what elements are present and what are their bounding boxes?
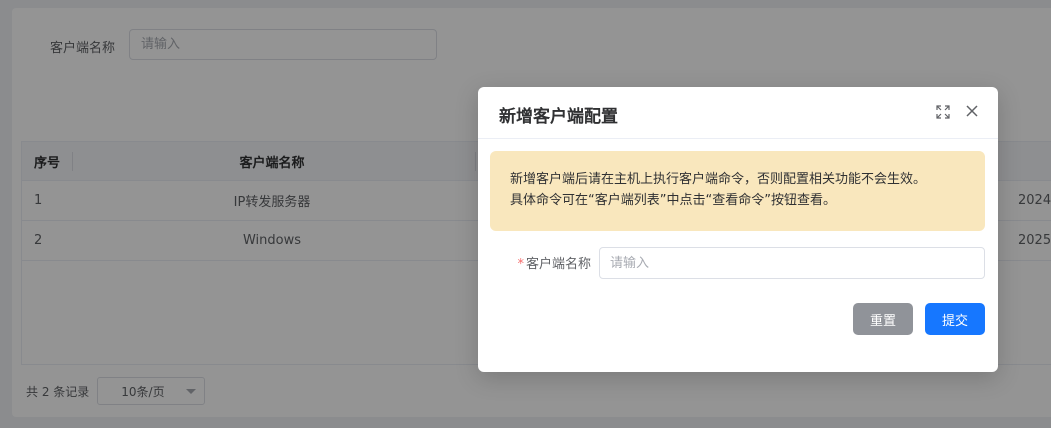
close-icon[interactable] (965, 104, 979, 118)
warning-alert: 新增客户端后请在主机上执行客户端命令，否则配置相关功能不会生效。 具体命令可在“… (490, 151, 985, 231)
submit-button[interactable]: 提交 (925, 303, 985, 335)
fullscreen-icon[interactable] (936, 105, 950, 119)
alert-line: 新增客户端后请在主机上执行客户端命令，否则配置相关功能不会生效。 (510, 172, 927, 187)
dialog-title: 新增客户端配置 (499, 107, 618, 127)
client-name-label-text: 客户端名称 (525, 257, 591, 272)
add-client-dialog: 新增客户端配置 新增客户端后请在主机上执行客户端命令，否则配置相关功能不会生效。… (478, 87, 998, 372)
client-name-input[interactable] (599, 247, 985, 279)
reset-button[interactable]: 重置 (853, 303, 913, 335)
required-mark: * (517, 257, 524, 272)
alert-line: 具体命令可在“客户端列表”中点击“查看命令”按钮查看。 (510, 193, 836, 208)
dialog-header: 新增客户端配置 (478, 87, 998, 139)
client-name-label: * 客户端名称 (478, 253, 591, 272)
